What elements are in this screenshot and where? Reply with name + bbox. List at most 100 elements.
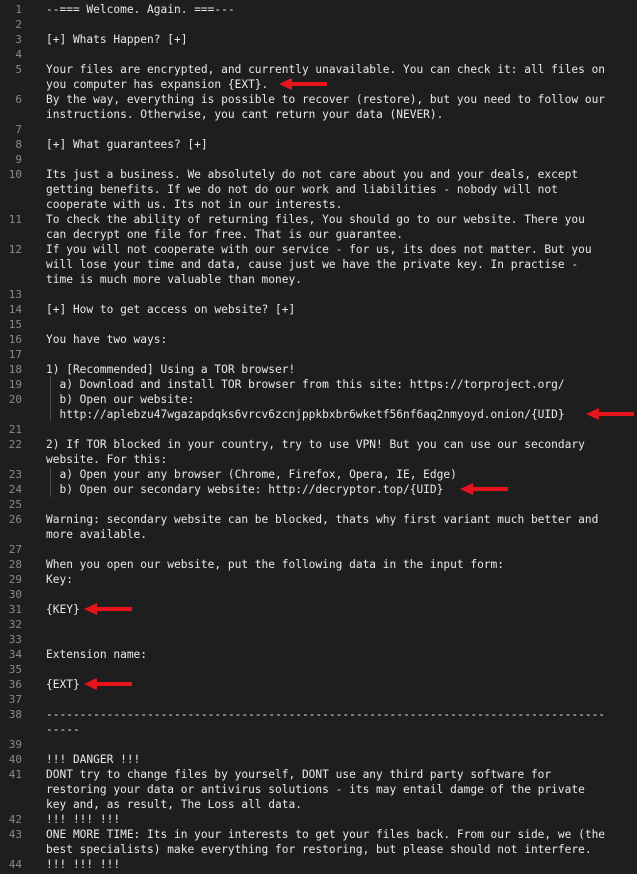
line-number: 29 [8, 573, 22, 586]
code-line: more available. [46, 528, 148, 541]
line-number [0, 182, 22, 197]
line-number: 5 [15, 63, 22, 76]
indent-guide [50, 467, 51, 497]
line-number: 36 [8, 678, 22, 691]
line-number: 6 [15, 93, 22, 106]
line-number: 11 [8, 213, 22, 226]
code-line: You have two ways: [46, 333, 168, 346]
line-number: 8 [15, 138, 22, 151]
line-number [0, 452, 22, 467]
line-number: 18 [8, 363, 22, 376]
line-number: 2 [15, 18, 22, 31]
line-number: 23 [8, 468, 22, 481]
arrow-left-icon [84, 678, 132, 690]
line-number [0, 722, 22, 737]
code-line: !!! DANGER !!! [46, 753, 141, 766]
code-line: If you will not cooperate with our servi… [46, 243, 592, 256]
line-number [0, 77, 22, 92]
code-line: By the way, everything is possible to re… [46, 93, 606, 106]
code-line: time is much more valuable than money. [46, 273, 302, 286]
line-number [0, 842, 22, 857]
line-number: 43 [8, 828, 22, 841]
code-line: website. For this: [46, 453, 168, 466]
arrow-left-icon [586, 408, 634, 420]
code-line: 2) If TOR blocked in your country, try t… [46, 438, 585, 451]
code-line: ONE MORE TIME: Its in your interests to … [46, 828, 606, 841]
line-number: 42 [8, 813, 22, 826]
line-number: 38 [8, 708, 22, 721]
code-line: To check the ability of returning files,… [46, 213, 585, 226]
code-line: a) Open your any browser (Chrome, Firefo… [46, 468, 457, 481]
code-line: best specialists) make everything for re… [46, 843, 592, 856]
line-number: 28 [8, 558, 22, 571]
code-line: b) Open our website: [46, 393, 195, 406]
line-number: 12 [8, 243, 22, 256]
arrow-left-icon [84, 603, 132, 615]
code-line: ----------------------------------------… [46, 708, 606, 721]
line-number: 35 [8, 663, 22, 676]
code-line: DONT try to change files by yourself, DO… [46, 768, 552, 781]
line-number: 33 [8, 633, 22, 646]
code-line: restoring your data or antivirus solutio… [46, 783, 585, 796]
line-number: 13 [8, 288, 22, 301]
line-number [0, 257, 22, 272]
line-number: 27 [8, 543, 22, 556]
code-line: you computer has expansion {EXT}. [46, 78, 269, 91]
code-line: [+] What guarantees? [+] [46, 138, 208, 151]
code-line: getting benefits. If we do not do our wo… [46, 183, 558, 196]
code-line: Its just a business. We absolutely do no… [46, 168, 579, 181]
line-number: 19 [8, 378, 22, 391]
code-line: a) Download and install TOR browser from… [46, 378, 565, 391]
code-line: {EXT} [46, 678, 80, 691]
line-number: 32 [8, 618, 22, 631]
text-editor[interactable]: 1 2 3 4 5 6 7 8 9 10 11 12 13 14 15 16 17 18 19 20 21 22 23 24 2… [0, 2, 637, 874]
line-number: 15 [8, 318, 22, 331]
line-number: 4 [15, 48, 22, 61]
code-line: key and, as result, The Loss all data. [46, 798, 302, 811]
line-number: 31 [8, 603, 22, 616]
line-number: 10 [8, 168, 22, 181]
line-number: 1 [15, 3, 22, 16]
line-number: 40 [8, 753, 22, 766]
code-line: will lose your time and data, cause just… [46, 258, 579, 271]
line-number [0, 527, 22, 542]
line-number: 25 [8, 498, 22, 511]
line-number [0, 227, 22, 242]
line-number [0, 782, 22, 797]
arrow-left-icon [279, 78, 327, 90]
code-line: ----- [46, 723, 80, 736]
line-number-gutter: 1 2 3 4 5 6 7 8 9 10 11 12 13 14 15 16 17 18 19 20 21 22 23 24 2… [0, 2, 22, 874]
code-line: Extension name: [46, 648, 148, 661]
line-number: 17 [8, 348, 22, 361]
code-line: 1) [Recommended] Using a TOR browser! [46, 363, 296, 376]
code-line: When you open our website, put the follo… [46, 558, 505, 571]
line-number: 41 [8, 768, 22, 781]
line-number: 16 [8, 333, 22, 346]
code-line: --=== Welcome. Again. ===--- [46, 3, 235, 16]
line-number [0, 272, 22, 287]
code-line: {KEY} [46, 603, 80, 616]
line-number: 21 [8, 423, 22, 436]
code-line: Your files are encrypted, and currently … [46, 63, 606, 76]
code-line: instructions. Otherwise, you cant return… [46, 108, 444, 121]
code-line: cooperate with us. Its not in our intere… [46, 198, 343, 211]
line-number: 3 [15, 33, 22, 46]
line-number: 34 [8, 648, 22, 661]
arrow-left-icon [460, 483, 508, 495]
line-number: 26 [8, 513, 22, 526]
code-line: can decrypt one file for free. That is o… [46, 228, 403, 241]
line-number: 22 [8, 438, 22, 451]
code-line: [+] How to get access on website? [+] [46, 303, 296, 316]
line-number: 9 [15, 153, 22, 166]
line-number: 20 [8, 393, 22, 406]
